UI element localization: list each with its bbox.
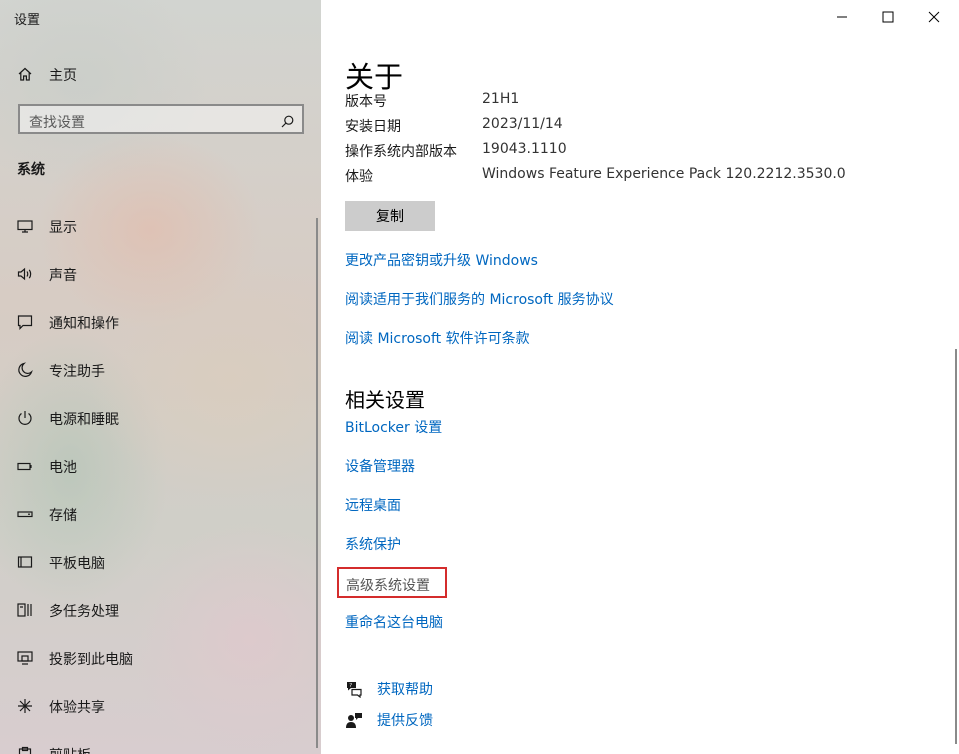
minimize-button[interactable]	[819, 0, 865, 34]
close-icon	[928, 11, 940, 23]
search-icon[interactable]	[281, 113, 294, 128]
advanced-system-settings-highlight[interactable]: 高级系统设置	[337, 567, 447, 598]
display-icon	[17, 218, 33, 234]
spec-key: 操作系统内部版本	[345, 144, 457, 160]
sidebar-item-label: 专注助手	[49, 364, 105, 380]
share-icon	[17, 698, 33, 714]
sidebar-item-label: 多任务处理	[49, 604, 119, 620]
main-content: 关于 版本号 21H1 安装日期 2023/11/14 操作系统内部版本 190…	[321, 0, 959, 754]
sidebar-item-label: 剪贴板	[49, 745, 91, 754]
tablet-icon	[17, 554, 33, 570]
sidebar-item-focus-assist[interactable]: 专注助手	[0, 348, 321, 392]
device-manager-link[interactable]: 设备管理器	[345, 456, 415, 476]
sidebar-item-label: 电源和睡眠	[49, 412, 119, 428]
spec-value: 21H1	[482, 91, 520, 107]
battery-icon	[17, 458, 33, 474]
spec-key: 版本号	[345, 94, 387, 110]
spec-key: 体验	[345, 169, 373, 185]
related-settings-heading: 相关设置	[345, 388, 425, 412]
home-icon	[17, 66, 33, 82]
sidebar-item-tablet[interactable]: 平板电脑	[0, 540, 321, 584]
change-product-key-link[interactable]: 更改产品密钥或升级 Windows	[345, 250, 538, 270]
rename-pc-link[interactable]: 重命名这台电脑	[345, 612, 443, 632]
system-protection-link[interactable]: 系统保护	[345, 534, 401, 554]
project-icon	[17, 650, 33, 666]
sidebar-scrollbar[interactable]	[316, 218, 318, 748]
sidebar: 设置 主页 查找设置 系统 显示 声音 通知和操作 专注助手 电源和睡眠 电池 …	[0, 0, 321, 754]
minimize-icon	[837, 16, 847, 18]
services-agreement-link[interactable]: 阅读适用于我们服务的 Microsoft 服务协议	[345, 289, 614, 309]
notification-icon	[17, 314, 33, 330]
sidebar-item-label: 通知和操作	[49, 316, 119, 332]
sidebar-item-label: 投影到此电脑	[49, 652, 133, 668]
sidebar-item-clipboard[interactable]: 剪贴板	[0, 732, 321, 754]
sidebar-item-display[interactable]: 显示	[0, 204, 321, 248]
sidebar-item-label: 存储	[49, 508, 77, 524]
sidebar-item-battery[interactable]: 电池	[0, 444, 321, 488]
storage-icon	[17, 506, 33, 522]
maximize-icon	[882, 11, 894, 23]
sidebar-item-multitasking[interactable]: 多任务处理	[0, 588, 321, 632]
sidebar-item-power[interactable]: 电源和睡眠	[0, 396, 321, 440]
sidebar-item-label: 体验共享	[49, 700, 105, 716]
sidebar-item-sound[interactable]: 声音	[0, 252, 321, 296]
spec-value: 2023/11/14	[482, 116, 563, 132]
sidebar-item-storage[interactable]: 存储	[0, 492, 321, 536]
sidebar-section-label: 系统	[17, 162, 45, 178]
license-terms-link[interactable]: 阅读 Microsoft 软件许可条款	[345, 328, 530, 348]
clipboard-icon	[17, 746, 33, 754]
sidebar-item-label: 声音	[49, 268, 77, 284]
sidebar-item-label: 显示	[49, 220, 77, 236]
sidebar-item-notifications[interactable]: 通知和操作	[0, 300, 321, 344]
sidebar-item-projecting[interactable]: 投影到此电脑	[0, 636, 321, 680]
multitask-icon	[17, 602, 33, 618]
sidebar-home-label: 主页	[49, 68, 77, 84]
moon-icon	[17, 362, 33, 378]
speaker-icon	[17, 266, 33, 282]
copy-button[interactable]: 复制	[345, 201, 435, 231]
spec-key: 安装日期	[345, 119, 401, 135]
search-placeholder: 查找设置	[29, 115, 85, 131]
feedback-icon	[345, 711, 363, 729]
spec-value: 19043.1110	[482, 141, 567, 157]
help-chat-icon: ?	[345, 680, 363, 699]
main-scrollbar[interactable]	[955, 349, 957, 744]
search-input[interactable]: 查找设置	[18, 104, 304, 134]
window-title: 设置	[14, 13, 41, 28]
give-feedback-label: 提供反馈	[377, 713, 433, 729]
spec-value: Windows Feature Experience Pack 120.2212…	[482, 166, 846, 182]
svg-text:?: ?	[349, 683, 352, 689]
power-icon	[17, 410, 33, 426]
close-button[interactable]	[911, 0, 957, 34]
get-help-label: 获取帮助	[377, 682, 433, 698]
spec-row-version-clip: 版本号 21H1	[321, 88, 921, 110]
advanced-system-settings-link[interactable]: 高级系统设置	[346, 575, 430, 595]
sidebar-item-label: 平板电脑	[49, 556, 105, 572]
sidebar-home[interactable]: 主页	[0, 60, 321, 88]
remote-desktop-link[interactable]: 远程桌面	[345, 495, 401, 515]
bitlocker-settings-link[interactable]: BitLocker 设置	[345, 417, 442, 437]
maximize-button[interactable]	[865, 0, 911, 34]
sidebar-item-label: 电池	[49, 460, 77, 476]
sidebar-item-shared-experiences[interactable]: 体验共享	[0, 684, 321, 728]
